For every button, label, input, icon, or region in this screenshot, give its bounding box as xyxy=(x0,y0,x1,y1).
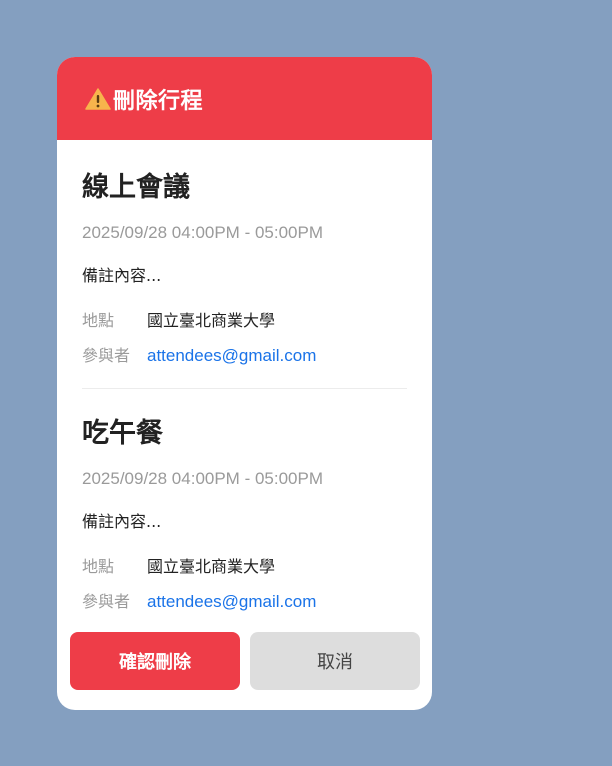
attendees-row: 參與者 attendees@gmail.com xyxy=(82,345,407,367)
delete-event-dialog: 刪除行程 線上會議 2025/09/28 04:00PM - 05:00PM 備… xyxy=(57,57,432,710)
event-note: 備註內容... xyxy=(82,266,162,285)
event-divider xyxy=(82,388,407,389)
attendees-label: 參與者 xyxy=(82,592,131,611)
location-value: 國立臺北商業大學 xyxy=(147,557,276,576)
cancel-button[interactable]: 取消 xyxy=(250,632,420,690)
location-row: 地點 國立臺北商業大學 xyxy=(82,310,407,332)
attendees-label: 參與者 xyxy=(82,346,131,365)
dialog-title: 刪除行程 xyxy=(113,88,204,114)
event-time: 2025/09/28 04:00PM - 05:00PM xyxy=(82,469,323,488)
attendees-link[interactable]: attendees@gmail.com xyxy=(147,591,316,613)
event-item: 線上會議 2025/09/28 04:00PM - 05:00PM 備註內容..… xyxy=(57,170,432,367)
event-title: 線上會議 xyxy=(82,172,190,203)
event-item: 吃午餐 2025/09/28 04:00PM - 05:00PM 備註內容...… xyxy=(57,416,432,613)
location-label: 地點 xyxy=(82,557,115,576)
event-note: 備註內容... xyxy=(82,512,162,531)
dialog-header: 刪除行程 xyxy=(57,57,432,140)
location-row: 地點 國立臺北商業大學 xyxy=(82,556,407,578)
dialog-actions: 確認刪除 取消 xyxy=(70,632,420,690)
warning-icon xyxy=(85,87,111,110)
confirm-delete-button[interactable]: 確認刪除 xyxy=(70,632,240,690)
location-label: 地點 xyxy=(82,311,115,330)
event-title: 吃午餐 xyxy=(82,418,163,449)
event-time: 2025/09/28 04:00PM - 05:00PM xyxy=(82,223,323,242)
location-value: 國立臺北商業大學 xyxy=(147,311,276,330)
attendees-row: 參與者 attendees@gmail.com xyxy=(82,591,407,613)
attendees-link[interactable]: attendees@gmail.com xyxy=(147,345,316,367)
